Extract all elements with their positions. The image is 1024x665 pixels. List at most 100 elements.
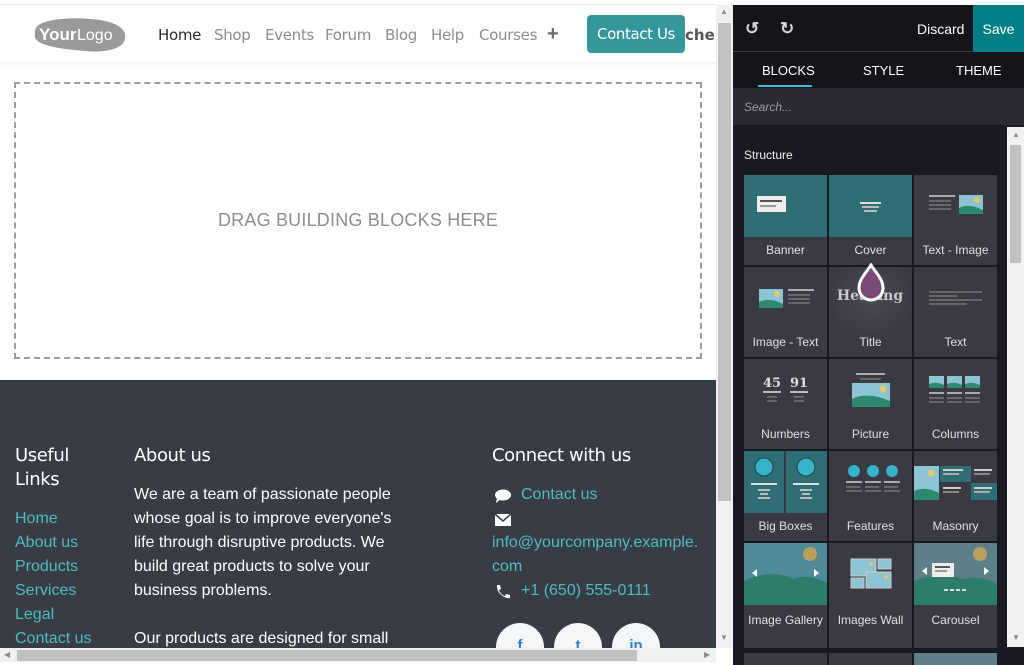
svg-text:Logo: Logo: [77, 27, 113, 44]
block-carousel[interactable]: Carousel: [914, 543, 997, 648]
about-line: We are a team of passionate people: [134, 486, 391, 503]
footer-link-contact[interactable]: Contact us: [15, 630, 91, 648]
footer-link-products[interactable]: Products: [15, 558, 78, 576]
active-tab-indicator: [758, 85, 812, 87]
block-text[interactable]: Text: [914, 267, 997, 357]
website-canvas: Your Logo Home Shop Events Forum Blog He…: [0, 0, 716, 648]
scroll-down-icon[interactable]: ▼: [1012, 633, 1020, 642]
block-label: Banner: [766, 243, 805, 257]
scroll-up-icon[interactable]: ▲: [1012, 130, 1020, 139]
nav-home[interactable]: Home: [158, 26, 201, 44]
tab-style[interactable]: STYLE: [863, 63, 904, 78]
nav-courses[interactable]: Courses: [479, 26, 537, 44]
blocks-scrollbar[interactable]: ▲ ▼: [1007, 127, 1024, 647]
email-link-continued[interactable]: com: [492, 558, 522, 576]
tab-blocks[interactable]: BLOCKS: [762, 63, 815, 78]
redo-icon[interactable]: ↻: [780, 19, 794, 39]
block-label: Cover: [854, 243, 887, 257]
footer-link-about[interactable]: About us: [15, 534, 78, 552]
block-big-boxes[interactable]: Big Boxes: [744, 451, 827, 541]
canvas-horizontal-scrollbar[interactable]: ◀ ▶: [0, 648, 716, 662]
website-header: Your Logo Home Shop Events Forum Blog He…: [0, 5, 716, 62]
cover-thumbnail: [829, 175, 912, 237]
block-label: Masonry: [932, 519, 979, 533]
block-label: Text: [944, 335, 967, 349]
block-partial[interactable]: [829, 653, 912, 665]
carousel-thumbnail: [914, 543, 997, 605]
canvas-vertical-scrollbar[interactable]: ▲ ▼: [716, 5, 733, 648]
masonry-thumbnail: [914, 451, 997, 513]
block-label: Carousel: [931, 613, 980, 627]
image-text-thumbnail: [744, 267, 827, 329]
picture-thumbnail: [829, 359, 912, 421]
block-numbers[interactable]: 45 91 Numbers: [744, 359, 827, 449]
numbers-thumbnail: 45 91: [744, 359, 827, 421]
scrollbar-thumb[interactable]: [718, 23, 731, 501]
block-label: Image - Text: [752, 335, 819, 349]
scroll-up-icon[interactable]: ▲: [720, 7, 728, 16]
block-text-image[interactable]: Text - Image: [914, 175, 997, 265]
block-label: Image Gallery: [748, 613, 823, 627]
block-masonry[interactable]: Masonry: [914, 451, 997, 541]
block-cover[interactable]: Cover: [829, 175, 912, 265]
block-label: Features: [846, 519, 895, 533]
scrollbar-thumb[interactable]: [17, 650, 637, 661]
block-partial[interactable]: [744, 653, 827, 665]
about-line: Our products are designed for small: [134, 630, 389, 647]
website-footer: Useful Links Home About us Products Serv…: [0, 380, 716, 648]
nav-shop[interactable]: Shop: [214, 26, 251, 44]
about-heading: About us: [134, 445, 211, 466]
about-line: life through disruptive products. We: [134, 534, 385, 551]
save-button[interactable]: Save: [973, 5, 1024, 52]
add-menu-item-icon[interactable]: +: [547, 23, 559, 46]
envelope-icon: [494, 513, 512, 526]
drop-zone[interactable]: DRAG BUILDING BLOCKS HERE: [14, 82, 702, 359]
editor-panel: ↺ ↻ Discard Save BLOCKS STYLE THEME Stru…: [733, 5, 1024, 665]
block-label: Big Boxes: [758, 519, 813, 533]
block-image-text[interactable]: Image - Text: [744, 267, 827, 357]
drop-zone-text: DRAG BUILDING BLOCKS HERE: [217, 210, 499, 230]
banner-thumbnail: [744, 175, 827, 237]
footer-link-home[interactable]: Home: [15, 510, 58, 528]
block-columns[interactable]: Columns: [914, 359, 997, 449]
connect-contact-link[interactable]: Contact us: [521, 486, 597, 504]
block-picture[interactable]: Picture: [829, 359, 912, 449]
undo-icon[interactable]: ↺: [745, 19, 759, 39]
scroll-down-icon[interactable]: ▼: [720, 633, 728, 642]
scroll-right-icon[interactable]: ▶: [704, 650, 710, 659]
app-window: Your Logo Home Shop Events Forum Blog He…: [0, 0, 1024, 665]
email-link[interactable]: info@yourcompany.example.: [492, 534, 698, 552]
block-label: Columns: [931, 427, 980, 441]
section-label-structure: Structure: [744, 148, 793, 162]
block-features[interactable]: Features: [829, 451, 912, 541]
tab-theme[interactable]: THEME: [956, 63, 1002, 78]
discard-button[interactable]: Discard: [917, 21, 964, 37]
scrollbar-thumb[interactable]: [1010, 145, 1021, 263]
nav-blog[interactable]: Blog: [385, 26, 417, 44]
block-image-gallery[interactable]: Image Gallery: [744, 543, 827, 648]
footer-link-legal[interactable]: Legal: [15, 606, 54, 624]
block-partial[interactable]: [914, 653, 997, 665]
company-logo[interactable]: Your Logo: [29, 15, 127, 53]
nav-events[interactable]: Events: [265, 26, 314, 44]
big-boxes-thumbnail: [744, 451, 827, 513]
nav-help[interactable]: Help: [431, 26, 464, 44]
nav-forum[interactable]: Forum: [325, 26, 371, 44]
blocks-search-input[interactable]: [733, 88, 1024, 125]
block-banner[interactable]: Banner: [744, 175, 827, 265]
contact-us-button[interactable]: Contact Us: [587, 15, 685, 53]
user-menu[interactable]: chell: [685, 26, 716, 44]
drag-cursor-icon: [857, 263, 885, 302]
phone-link[interactable]: +1 (650) 555-0111: [521, 582, 651, 600]
block-label: Text - Image: [922, 243, 989, 257]
editor-tabs: BLOCKS STYLE THEME: [733, 52, 1024, 88]
svg-text:45: 45: [763, 376, 781, 391]
block-label: Images Wall: [837, 613, 904, 627]
useful-links-heading: Useful Links: [15, 445, 69, 490]
about-line: business problems.: [134, 582, 272, 599]
svg-text:91: 91: [790, 376, 808, 391]
text-image-thumbnail: [914, 175, 997, 237]
footer-link-services[interactable]: Services: [15, 582, 76, 600]
scroll-left-icon[interactable]: ◀: [4, 650, 10, 659]
block-images-wall[interactable]: Images Wall: [829, 543, 912, 648]
